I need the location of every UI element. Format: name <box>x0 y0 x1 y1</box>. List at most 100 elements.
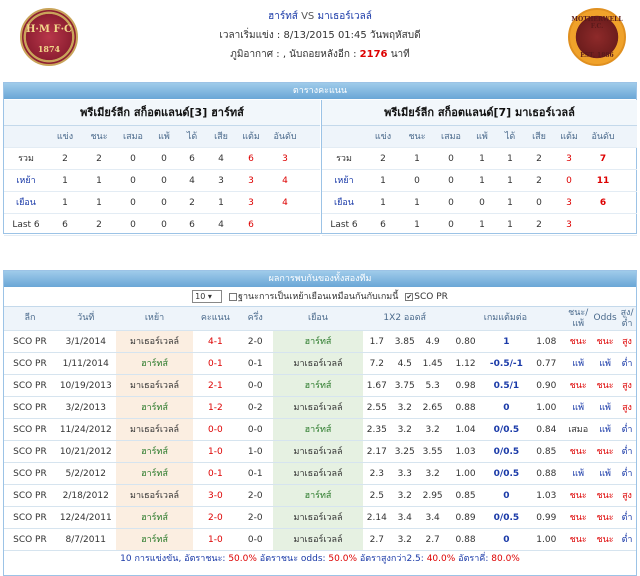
standings-row-label[interactable]: เหย้า <box>4 170 48 191</box>
result-cell: แพ้ <box>572 359 585 369</box>
standings-cell: 0 <box>479 198 485 208</box>
h2h-col-header: สูง/ต่ำ <box>620 307 634 329</box>
standings-row-label: รวม <box>18 154 34 164</box>
summary-odds-rate: 50.0% <box>328 554 358 564</box>
odds-home-cell: 2.17 <box>366 447 387 457</box>
standings-cell: 0 <box>130 176 136 186</box>
away-team-cell[interactable]: ฮาร์ทส์ <box>273 485 363 506</box>
standings-col-header: ชนะ <box>90 132 108 142</box>
h2h-col-header: วันที่ <box>77 313 95 323</box>
away-team-cell[interactable]: มาเธอร์เวลล์ <box>273 507 363 528</box>
standings-cell: 0 <box>161 220 167 230</box>
standings-col-header: แพ้ <box>158 132 170 142</box>
standings-cell: 1 <box>479 154 485 164</box>
match-count-select[interactable]: 10 ▾ <box>192 290 223 303</box>
standings-row-label[interactable]: เยือน <box>322 192 366 213</box>
league-cell: SCO PR <box>13 403 47 413</box>
standings-cell: 1 <box>96 198 102 208</box>
handicap-home-cell: 1.12 <box>455 359 476 369</box>
standings-cell: 0 <box>448 176 454 186</box>
summary-win-rate: 50.0% <box>228 554 257 564</box>
away-team-cell[interactable]: มาเธอร์เวลล์ <box>273 463 363 484</box>
away-team-cell[interactable]: มาเธอร์เวลล์ <box>273 353 363 374</box>
handicap-away-cell: 0.84 <box>536 425 557 435</box>
standings-row-label[interactable]: เยือน <box>4 192 48 213</box>
motherwell-logo-icon: MOTHERWELL F.C. EST. 1886 <box>568 8 626 66</box>
half-score-cell: 0-0 <box>247 535 263 545</box>
home-team-cell[interactable]: ฮาร์ทส์ <box>115 529 194 550</box>
standings-cell: 4 <box>189 176 195 186</box>
home-team-cell[interactable]: มาเธอร์เวลล์ <box>115 419 194 440</box>
result-cell: แพ้ <box>572 469 585 479</box>
odds-away-cell: 3.4 <box>425 513 440 523</box>
standings-row-label[interactable]: เหย้า <box>322 170 366 191</box>
date-cell: 8/7/2011 <box>65 535 106 545</box>
standings-cell: 1 <box>507 154 513 164</box>
home-team-cell[interactable]: ฮาร์ทส์ <box>115 463 194 484</box>
away-team-cell[interactable]: ฮาร์ทส์ <box>273 331 363 352</box>
odds-away-cell: 2.65 <box>422 403 443 413</box>
standings-cell: 6 <box>380 220 386 230</box>
standings-cell: 3 <box>248 198 254 208</box>
date-cell: 12/24/2011 <box>59 513 112 523</box>
home-team-cell[interactable]: ฮาร์ทส์ <box>115 507 194 528</box>
home-team-cell[interactable]: มาเธอร์เวลล์ <box>115 375 194 396</box>
over-under-cell: ต่ำ <box>621 535 633 545</box>
league-cell: SCO PR <box>13 469 47 479</box>
home-team-link[interactable]: ฮาร์ทส์ <box>268 11 298 22</box>
league-cell: SCO PR <box>13 381 47 391</box>
score-cell: 1-0 <box>207 535 223 545</box>
h2h-col-header: Odds <box>593 313 617 323</box>
away-team-cell[interactable]: มาเธอร์เวลล์ <box>273 397 363 418</box>
home-team-cell[interactable]: ฮาร์ทส์ <box>115 441 194 462</box>
away-team-link[interactable]: มาเธอร์เวลล์ <box>317 11 371 22</box>
standings-row-label: รวม <box>336 154 352 164</box>
standings-cell: 1 <box>380 176 386 186</box>
summary-even-rate: 80.0% <box>491 554 520 564</box>
away-team-cell[interactable]: ฮาร์ทส์ <box>273 419 363 440</box>
home-standings: พรีเมียร์ลีก สก็อตแลนด์[3] ฮาร์ทส์ แข่ง ช… <box>4 100 320 236</box>
odds-draw-cell: 3.2 <box>397 403 412 413</box>
odds-away-cell: 3.55 <box>422 447 443 457</box>
league-cell: SCO PR <box>13 425 47 435</box>
standings-cell: 1 <box>96 176 102 186</box>
away-team-cell[interactable]: มาเธอร์เวลล์ <box>273 529 363 550</box>
standings-cell: 0 <box>130 154 136 164</box>
away-team-cell[interactable]: ฮาร์ทส์ <box>273 375 363 396</box>
standings-cell: 3 <box>566 154 572 164</box>
odds-result-cell: แพ้ <box>599 469 611 479</box>
home-team-cell[interactable]: ฮาร์ทส์ <box>115 397 194 418</box>
league-filter-checkbox[interactable]: ✔ <box>405 292 414 301</box>
standings-cell: 1 <box>414 154 420 164</box>
league-filter-label: SCO PR <box>414 292 448 302</box>
match-count-value: 10 <box>195 292 206 301</box>
odds-result-cell: แพ้ <box>599 359 611 369</box>
away-team-cell[interactable]: มาเธอร์เวลล์ <box>273 441 363 462</box>
result-cell: ชนะ <box>569 491 587 501</box>
score-cell: 0-1 <box>207 469 223 479</box>
home-team-cell[interactable]: มาเธอร์เวลล์ <box>115 331 194 352</box>
half-score-cell: 2-0 <box>247 513 263 523</box>
handicap-home-cell: 1.04 <box>455 425 476 435</box>
odds-away-cell: 1.45 <box>422 359 443 369</box>
standings-cell: 2 <box>189 198 195 208</box>
home-team-cell[interactable]: มาเธอร์เวลล์ <box>115 485 194 506</box>
h2h-filter-bar: 10 ▾ ฐานะการเป็นเหย้าเยือนเหมือนกันกับเก… <box>4 287 636 307</box>
handicap-line-cell: 0 <box>503 535 510 545</box>
home-team-cell[interactable]: ฮาร์ทส์ <box>115 353 194 374</box>
odds-home-cell: 2.35 <box>366 425 387 435</box>
handicap-home-cell: 1.03 <box>455 447 476 457</box>
league-cell: SCO PR <box>13 447 47 457</box>
odds-result-cell: ชนะ <box>596 337 614 347</box>
odds-draw-cell: 4.5 <box>397 359 412 369</box>
standings-row: Last 6 6 1 0 1 1 2 3 <box>322 214 637 236</box>
same-venue-checkbox[interactable] <box>228 292 237 301</box>
odds-home-cell: 1.7 <box>369 337 384 347</box>
weather-label: ภูมิอากาศ : <box>230 49 280 60</box>
standings-cell: 0 <box>130 220 136 230</box>
countdown-unit: นาที <box>390 49 410 60</box>
standings-cell: 4 <box>282 198 288 208</box>
standings-row: เหย้า 1 0 0 1 1 2 0 11 <box>322 170 637 192</box>
odds-result-cell: แพ้ <box>599 425 611 435</box>
away-standings-header: แข่ง ชนะ เสมอ แพ้ ได้ เสีย แต้ม อันดับ <box>322 126 637 148</box>
